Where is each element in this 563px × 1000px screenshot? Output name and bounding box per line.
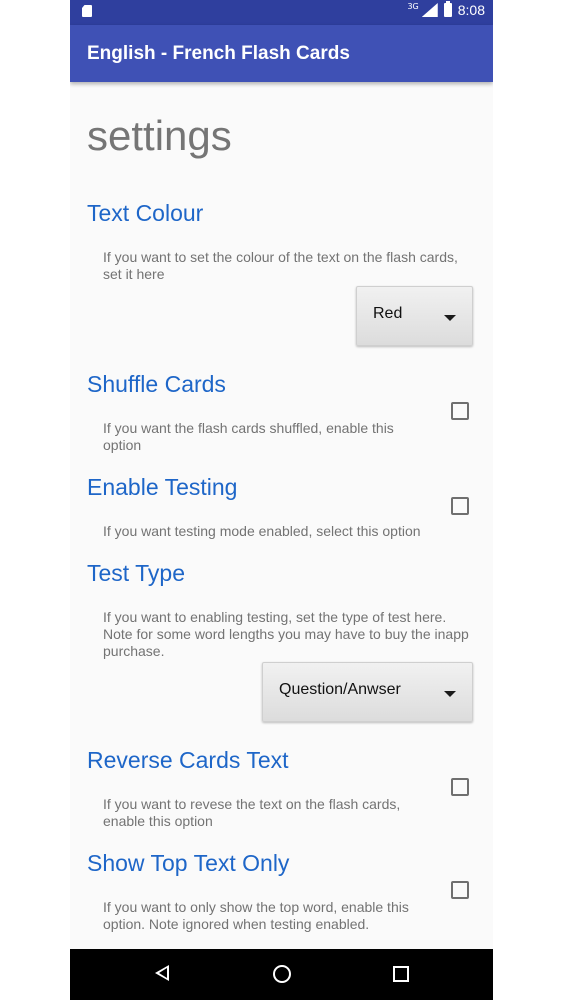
recents-icon[interactable] bbox=[393, 966, 409, 982]
setting-test-type-desc: If you want to enabling testing, set the… bbox=[103, 609, 469, 659]
text-colour-dropdown[interactable]: Red bbox=[356, 286, 473, 346]
setting-shuffle-cards-title: Shuffle Cards bbox=[87, 371, 226, 397]
status-right: 3G 8:08 bbox=[407, 1, 485, 18]
page-title: settings bbox=[87, 112, 232, 159]
setting-shuffle-cards-desc: If you want the flash cards shuffled, en… bbox=[103, 420, 394, 453]
shuffle-cards-checkbox[interactable] bbox=[451, 402, 469, 420]
status-bar: 3G 8:08 bbox=[70, 0, 493, 25]
reverse-cards-text-checkbox[interactable] bbox=[451, 778, 469, 796]
test-type-dropdown-value: Question/Anwser bbox=[279, 681, 401, 698]
status-left bbox=[82, 5, 92, 17]
setting-show-top-text-only-desc: If you want to only show the top word, e… bbox=[103, 899, 409, 932]
setting-text-colour-desc: If you want to set the colour of the tex… bbox=[103, 249, 458, 282]
network-indicator: 3G bbox=[407, 2, 438, 17]
home-icon[interactable] bbox=[273, 965, 291, 983]
phone-screen: 3G 8:08 English - French Flash Cards set… bbox=[70, 0, 493, 1000]
test-type-dropdown[interactable]: Question/Anwser bbox=[262, 662, 473, 722]
signal-icon bbox=[421, 3, 438, 17]
sd-card-icon bbox=[82, 5, 92, 17]
setting-enable-testing-title: Enable Testing bbox=[87, 474, 238, 500]
app-bar: English - French Flash Cards bbox=[70, 25, 493, 82]
text-colour-dropdown-value: Red bbox=[373, 305, 403, 322]
show-top-text-only-checkbox[interactable] bbox=[451, 881, 469, 899]
setting-test-type-title: Test Type bbox=[87, 560, 186, 586]
app-title: English - French Flash Cards bbox=[87, 43, 350, 64]
settings-content: settings Text Colour If you want to set … bbox=[70, 82, 493, 949]
battery-icon bbox=[443, 1, 452, 17]
dropdown-arrow-icon bbox=[444, 691, 456, 697]
setting-reverse-cards-text-title: Reverse Cards Text bbox=[87, 747, 289, 773]
status-time: 8:08 bbox=[457, 2, 485, 18]
navigation-bar bbox=[70, 949, 493, 1000]
setting-reverse-cards-text-desc: If you want to revese the text on the fl… bbox=[103, 796, 401, 829]
setting-enable-testing-desc: If you want testing mode enabled, select… bbox=[103, 523, 421, 539]
enable-testing-checkbox[interactable] bbox=[451, 497, 469, 515]
network-type-label: 3G bbox=[407, 2, 419, 11]
setting-show-top-text-only-title: Show Top Text Only bbox=[87, 850, 290, 876]
dropdown-arrow-icon bbox=[444, 315, 456, 321]
setting-text-colour-title: Text Colour bbox=[87, 200, 204, 226]
back-icon[interactable] bbox=[155, 965, 169, 981]
